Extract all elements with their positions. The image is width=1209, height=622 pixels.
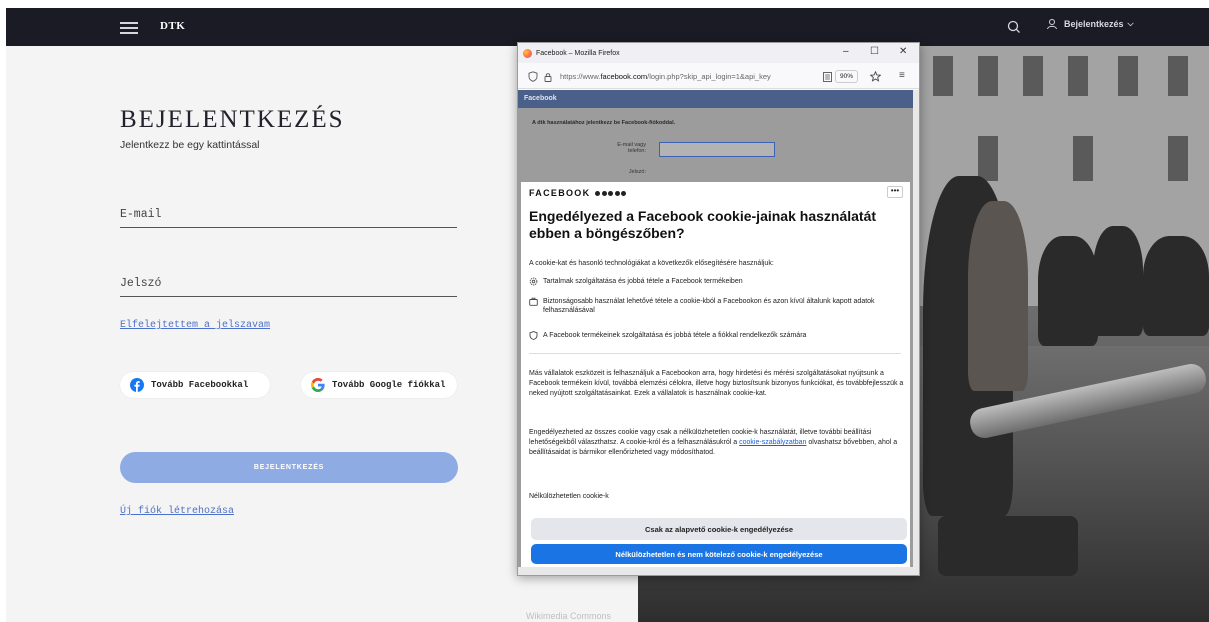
facebook-wordmark: FACEBOOK <box>529 188 628 198</box>
fb-password-label: Jelszó: <box>628 169 646 175</box>
essential-cookies-heading: Nélkülözhetetlen cookie-k <box>529 493 609 500</box>
zoom-level-button[interactable]: 90% <box>835 70 859 83</box>
fb-email-input[interactable] <box>659 142 775 157</box>
minimize-button[interactable]: – <box>843 46 849 57</box>
window-titlebar[interactable]: Facebook – Mozilla Firefox – ☐ ✕ <box>518 43 919 63</box>
page-title: BEJELENTKEZÉS <box>120 106 345 133</box>
allow-all-cookies-button[interactable]: Nélkülözhetetlen és nem kötelező cookie-… <box>531 544 907 564</box>
briefcase-icon <box>529 297 538 306</box>
google-icon <box>311 378 325 392</box>
url-bar[interactable]: https://www.facebook.com/login.php?skip_… <box>518 65 919 89</box>
facebook-header-bar: Facebook <box>518 90 913 108</box>
close-window-button[interactable]: ✕ <box>899 46 907 57</box>
horizontal-scrollbar[interactable] <box>518 567 919 575</box>
email-field <box>120 202 457 228</box>
top-navbar: DTK Bejelentkezés ⌵ <box>6 8 1209 46</box>
cookie-consent-dialog: FACEBOOK ••• Engedélyezed a Facebook coo… <box>521 182 910 573</box>
facebook-icon <box>130 378 144 392</box>
bookmark-star-icon[interactable] <box>870 71 881 82</box>
cookie-purpose-item: Tartalmak szolgáltatása és jobbá tétele … <box>529 277 904 286</box>
cookie-policy-link[interactable]: cookie-szabályzatban <box>739 439 806 446</box>
lock-icon[interactable] <box>544 72 552 82</box>
facebook-button-label: Tovább Facebookkal <box>151 380 249 390</box>
brand-logo[interactable]: DTK <box>160 20 185 32</box>
dialog-intro: A cookie-kat és hasonló technológiákat a… <box>529 260 774 267</box>
cookie-purpose-item: A Facebook termékeinek szolgáltatása és … <box>529 331 904 340</box>
email-input[interactable] <box>120 202 457 227</box>
facebook-login-button[interactable]: Tovább Facebookkal <box>120 372 270 398</box>
dialog-paragraph: Más vállalatok eszközeit is felhasználju… <box>529 370 904 397</box>
photo-caption: Wikimedia Commons <box>526 611 612 621</box>
fb-email-label: E-mail vagy telefon: <box>617 142 646 154</box>
forgot-password-link[interactable]: Elfelejtettem a jelszavam <box>120 320 270 331</box>
login-submit-button[interactable]: BEJELENTKEZÉS <box>120 452 458 483</box>
chevron-down-icon: ⌵ <box>1127 19 1134 28</box>
facebook-login-hint: A dtk használatához jelentkezz be Facebo… <box>532 120 676 126</box>
shield-icon[interactable] <box>528 71 538 82</box>
popup-page-content: Facebook A dtk használatához jelentkezz … <box>518 90 913 573</box>
gear-icon <box>529 277 538 286</box>
vertical-scrollbar[interactable] <box>913 90 919 567</box>
allow-basic-cookies-button[interactable]: Csak az alapvető cookie-k engedélyezése <box>531 518 907 540</box>
google-button-label: Tovább Google fiókkal <box>332 380 446 390</box>
user-menu-button[interactable]: Bejelentkezés ⌵ <box>1046 18 1134 30</box>
more-options-button[interactable]: ••• <box>887 186 903 198</box>
search-icon[interactable] <box>1006 19 1022 35</box>
app-menu-icon[interactable]: ≡ <box>899 70 905 81</box>
reader-view-icon[interactable] <box>823 72 832 82</box>
dialog-title: Engedélyezed a Facebook cookie-jainak ha… <box>529 208 877 241</box>
password-field <box>120 271 457 297</box>
google-login-button[interactable]: Tovább Google fiókkal <box>301 372 457 398</box>
user-icon <box>1047 19 1057 30</box>
url-text[interactable]: https://www.facebook.com/login.php?skip_… <box>560 72 828 81</box>
password-input[interactable] <box>120 271 457 296</box>
window-title: Facebook – Mozilla Firefox <box>536 49 620 57</box>
divider <box>529 353 901 354</box>
dialog-paragraph: Engedélyezheted az összes cookie vagy cs… <box>529 429 898 456</box>
maximize-button[interactable]: ☐ <box>870 46 879 57</box>
shield-check-icon <box>529 331 538 340</box>
meta-apps-icons <box>595 190 628 196</box>
firefox-logo-icon <box>523 48 532 58</box>
facebook-login-popup-window: Facebook – Mozilla Firefox – ☐ ✕ https:/… <box>517 42 920 576</box>
page-subtitle: Jelentkezz be egy kattintással <box>120 139 260 151</box>
hamburger-menu-icon[interactable] <box>120 22 138 34</box>
register-link[interactable]: Új fiók létrehozása <box>120 506 234 517</box>
cookie-purpose-item: Biztonságosabb használat lehetővé tétele… <box>529 297 904 315</box>
facebook-bar-title: Facebook <box>524 95 557 102</box>
user-menu-label: Bejelentkezés <box>1064 19 1124 29</box>
